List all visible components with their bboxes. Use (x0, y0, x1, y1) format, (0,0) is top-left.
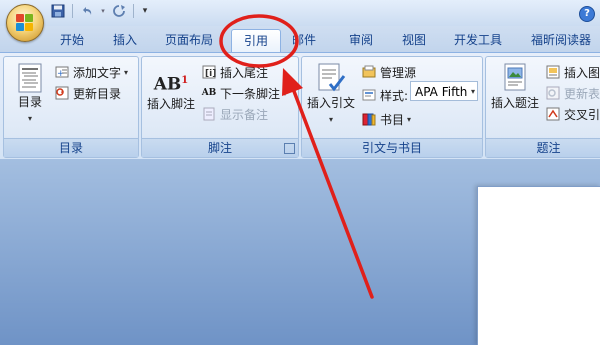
insert-citation-button[interactable]: 插入引文 ▾ (305, 62, 357, 125)
bibliography-icon (361, 111, 377, 127)
insert-footnote-label: 插入脚注 (146, 97, 195, 111)
group-label-footnotes: 脚注 (142, 138, 298, 157)
update-toc-button[interactable]: 更新目录 (54, 83, 121, 103)
qat-separator (133, 4, 134, 18)
insert-endnote-icon: [i] (201, 64, 217, 80)
chevron-down-icon: ▾ (470, 87, 475, 96)
office-logo-part (16, 23, 24, 31)
cross-reference-icon (545, 106, 561, 122)
insert-endnote-button[interactable]: [i] 插入尾注 (201, 62, 268, 82)
tab-foxit-reader[interactable]: 福昕阅读器 (531, 29, 591, 51)
insert-caption-button[interactable]: 插入题注 (489, 62, 541, 111)
next-footnote-icon: AB (201, 85, 217, 101)
dialog-launcher-icon[interactable] (284, 143, 295, 154)
insert-table-figures-label: 插入图 (564, 65, 600, 80)
insert-caption-icon (504, 63, 526, 91)
style-row: 样式: (361, 85, 408, 105)
citation-style-select[interactable]: APA Fifth ▾ (410, 81, 478, 101)
style-label: 样式: (380, 88, 409, 103)
add-text-button[interactable]: + 添加文字 ▾ (54, 62, 128, 82)
undo-icon[interactable] (79, 3, 95, 19)
undo-dropdown-icon[interactable]: ▾ (99, 3, 107, 19)
insert-endnote-label: 插入尾注 (220, 65, 269, 80)
chevron-down-icon: ▾ (283, 88, 288, 98)
ab-superscript: 1 (181, 75, 189, 86)
svg-text:[i]: [i] (205, 69, 216, 79)
next-footnote-button[interactable]: AB 下一条脚注 ▾ (201, 83, 287, 103)
tab-page-layout[interactable]: 页面布局 (165, 29, 213, 51)
tab-mailings[interactable]: 邮件 (292, 29, 316, 51)
update-toc-label: 更新目录 (73, 86, 122, 101)
style-icon (361, 87, 377, 103)
customize-icon[interactable]: ▾ (140, 3, 150, 19)
group-label-captions: 题注 (486, 138, 600, 157)
help-icon[interactable]: ? (579, 6, 595, 22)
tab-developer[interactable]: 开发工具 (454, 29, 502, 51)
group-label-citations: 引文与书目 (302, 138, 482, 157)
insert-citation-icon (318, 63, 346, 92)
add-text-icon: + (54, 64, 70, 80)
insert-citation-label: 插入引文 (306, 96, 355, 110)
chevron-down-icon: ▾ (27, 114, 32, 123)
cross-reference-label: 交叉引 (564, 107, 600, 122)
citation-style-value: APA Fifth (415, 85, 468, 99)
group-label-toc: 目录 (4, 138, 138, 157)
toc-button[interactable]: 目录 ▾ (9, 63, 51, 124)
manage-sources-icon (361, 64, 377, 80)
manage-sources-label: 管理源 (380, 65, 417, 80)
manage-sources-button[interactable]: 管理源 (361, 62, 416, 82)
tab-view[interactable]: 视图 (402, 29, 426, 51)
redo-icon[interactable] (111, 3, 127, 19)
ribbon: 目录 ▾ + 添加文字 ▾ 更新目录 目录 AB1 插入脚注 [i] 插入尾注 … (0, 52, 600, 159)
tab-insert[interactable]: 插入 (113, 29, 137, 51)
insert-table-figures-button[interactable]: 插入图 (545, 62, 600, 82)
toc-button-label: 目录 (17, 95, 42, 109)
ribbon-tabs: 开始 插入 页面布局 引用 邮件 审阅 视图 开发工具 福昕阅读器 (0, 26, 600, 54)
chevron-down-icon: ▾ (407, 114, 412, 124)
toc-icon (18, 63, 42, 93)
ab-icon-text: AB (153, 74, 182, 95)
tab-references[interactable]: 引用 (231, 29, 281, 54)
insert-caption-label: 插入题注 (490, 96, 539, 110)
save-icon[interactable] (50, 3, 66, 19)
qat-separator (72, 4, 73, 18)
chevron-down-icon: ▾ (124, 67, 129, 77)
group-captions: 插入题注 插入图 更新表 交叉引 题注 (485, 56, 600, 158)
update-table-button[interactable]: 更新表 (545, 83, 600, 103)
show-notes-button[interactable]: 显示备注 (201, 104, 268, 124)
bibliography-button[interactable]: 书目 ▾ (361, 109, 411, 129)
tab-review[interactable]: 审阅 (349, 29, 373, 51)
tab-home[interactable]: 开始 (60, 29, 84, 51)
table-of-figures-icon (545, 64, 561, 80)
group-citations: 插入引文 ▾ 管理源 样式: 书目 ▾ 引文与书目 (301, 56, 483, 158)
add-text-label: 添加文字 (73, 65, 122, 80)
document-page[interactable] (477, 186, 600, 345)
group-footnotes: AB1 插入脚注 [i] 插入尾注 AB 下一条脚注 ▾ 显示备注 脚注 (141, 56, 299, 158)
update-table-icon (545, 85, 561, 101)
office-logo-icon (16, 14, 24, 22)
update-table-label: 更新表 (564, 86, 600, 101)
next-footnote-label: 下一条脚注 (220, 86, 281, 101)
chevron-down-icon: ▾ (328, 115, 333, 124)
quick-access-toolbar: ▾ ▾ (50, 3, 150, 19)
office-logo-part (25, 14, 33, 22)
title-bar: ▾ ▾ ? (0, 0, 600, 26)
footnote-ab-icon: AB1 (145, 67, 197, 95)
ab-small-text: AB (201, 88, 217, 98)
update-icon (54, 85, 70, 101)
show-notes-icon (201, 106, 217, 122)
office-logo-part (25, 23, 33, 31)
cross-reference-button[interactable]: 交叉引 (545, 104, 600, 124)
bibliography-label: 书目 (380, 112, 405, 127)
insert-footnote-button[interactable]: AB1 插入脚注 (145, 67, 197, 112)
office-button[interactable] (6, 4, 44, 42)
show-notes-label: 显示备注 (220, 107, 269, 122)
group-toc: 目录 ▾ + 添加文字 ▾ 更新目录 目录 (3, 56, 139, 158)
